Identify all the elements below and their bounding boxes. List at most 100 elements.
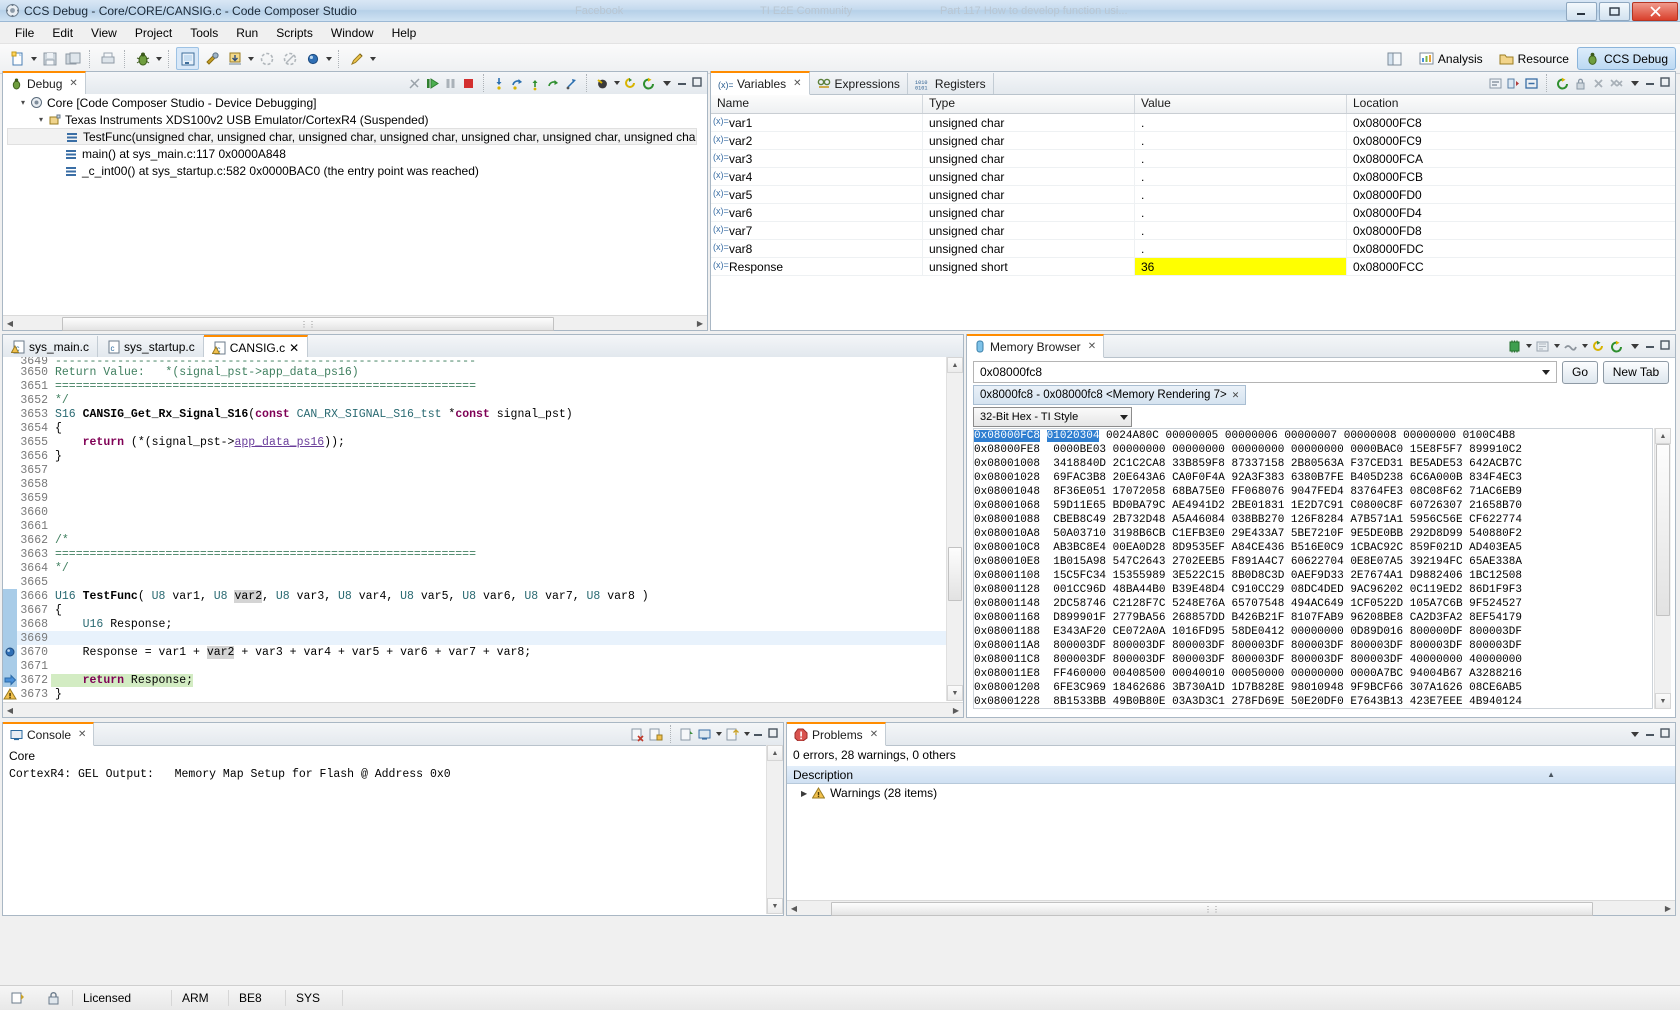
- step-into-icon[interactable]: [491, 75, 508, 92]
- minimize-variables-icon[interactable]: [1644, 76, 1658, 90]
- debug-dropdown-icon[interactable]: [154, 48, 163, 69]
- debug-launch-icon[interactable]: [176, 47, 199, 70]
- expander-icon[interactable]: ▾: [17, 98, 29, 107]
- cell-value-highlighted[interactable]: 36: [1135, 258, 1347, 275]
- tab-registers[interactable]: 1010 0101 Registers: [908, 73, 994, 94]
- memory-scroll-thumb[interactable]: [1656, 444, 1670, 616]
- menu-view[interactable]: View: [82, 24, 126, 42]
- memory-row[interactable]: 0x08001008 3418840D 2C1C2CA8 33B859F8 87…: [974, 457, 1652, 471]
- trace-dropdown-icon[interactable]: [368, 48, 377, 69]
- step-over-icon[interactable]: [509, 75, 526, 92]
- load-program-icon[interactable]: [224, 48, 245, 69]
- problems-column-header[interactable]: Description ▲: [787, 766, 1675, 784]
- memory-format-dropdown[interactable]: 32-Bit Hex - TI Style: [973, 407, 1132, 427]
- trace-pencil-icon[interactable]: [346, 48, 367, 69]
- debug-tree[interactable]: ▾ Core [Code Composer Studio - Device De…: [3, 94, 707, 316]
- column-header-type[interactable]: Type: [923, 95, 1135, 113]
- column-header-location[interactable]: Location: [1347, 95, 1673, 113]
- minimize-console-icon[interactable]: [752, 727, 766, 741]
- editor-hscrollbar[interactable]: ◀ ▶: [3, 702, 963, 717]
- scroll-down-icon[interactable]: ▼: [767, 898, 783, 914]
- memory-row[interactable]: 0x080011C8 800003DF 800003DF 800003DF 80…: [974, 653, 1652, 667]
- cell-value[interactable]: .: [1135, 186, 1347, 203]
- menu-run[interactable]: Run: [227, 24, 267, 42]
- memory-row[interactable]: 0x08000FE8 0000BE03 00000000 00000000 00…: [974, 443, 1652, 457]
- terminate-dropdown-icon[interactable]: [324, 48, 333, 69]
- breakpoint-icon[interactable]: [3, 645, 17, 659]
- maximize-variables-icon[interactable]: [1659, 76, 1673, 90]
- terminate-icon[interactable]: [460, 75, 477, 92]
- memory-row[interactable]: 0x08000FC8 01020304 0024A80C 00000005 00…: [974, 429, 1652, 443]
- tab-variables-close-icon[interactable]: ✕: [793, 78, 801, 89]
- maximize-memory-icon[interactable]: [1659, 339, 1673, 353]
- perspective-resource[interactable]: Resource: [1491, 47, 1577, 70]
- memory-row[interactable]: 0x080010E8 1B015A98 547C2643 2702EEB5 F8…: [974, 555, 1652, 569]
- chevron-down-icon[interactable]: [1542, 369, 1550, 375]
- scroll-track[interactable]: [17, 704, 949, 716]
- scroll-up-icon[interactable]: ▲: [767, 745, 783, 761]
- minimize-view-icon[interactable]: [676, 76, 690, 90]
- tree-node-main[interactable]: main() at sys_main.c:117 0x0000A848: [3, 145, 707, 162]
- list-item[interactable]: ▶ Warnings (28 items): [787, 784, 1675, 802]
- resume-icon[interactable]: [424, 75, 441, 92]
- problems-view-menu-icon[interactable]: [1626, 726, 1643, 743]
- memory-row[interactable]: 0x08001168 D899901F 2779BA56 268857DD B4…: [974, 611, 1652, 625]
- minimize-problems-icon[interactable]: [1644, 727, 1658, 741]
- memory-grid[interactable]: 0x08000FC8 01020304 0024A80C 00000005 00…: [973, 428, 1653, 709]
- suspend-icon[interactable]: [442, 75, 459, 92]
- tab-console-close-icon[interactable]: ✕: [78, 729, 86, 740]
- close-button[interactable]: [1632, 2, 1678, 21]
- minimize-button[interactable]: [1566, 2, 1597, 21]
- memory-row[interactable]: 0x08001048 8F36E051 17072058 68BA75E0 FF…: [974, 485, 1652, 499]
- maximize-problems-icon[interactable]: [1659, 727, 1673, 741]
- memory-row[interactable]: 0x080010C8 AB3BC8E4 00EA0D28 8D9535EF A8…: [974, 541, 1652, 555]
- tree-node-core[interactable]: ▾ Core [Code Composer Studio - Device De…: [3, 94, 707, 111]
- tab-memory-close-icon[interactable]: ✕: [1088, 341, 1096, 352]
- memory-row[interactable]: 0x08001188 E343AF20 CE072A0A 1016FD95 58…: [974, 625, 1652, 639]
- scroll-track[interactable]: ⋮⋮: [17, 317, 693, 331]
- memory-row[interactable]: 0x08001028 69FAC3B8 20E643A6 CA0F0F4A 92…: [974, 471, 1652, 485]
- console-vscrollbar[interactable]: ▲ ▼: [766, 745, 783, 914]
- debug-bug-icon[interactable]: [132, 48, 153, 69]
- step-return-icon[interactable]: [527, 75, 544, 92]
- editor-scroll-thumb[interactable]: [948, 547, 962, 601]
- cell-value[interactable]: .: [1135, 150, 1347, 167]
- scroll-up-icon[interactable]: ▲: [1655, 428, 1671, 444]
- view-menu-icon[interactable]: [658, 75, 675, 92]
- table-row[interactable]: (x)= var8 unsigned char . 0x08000FDC: [711, 240, 1675, 258]
- scroll-track[interactable]: ⋮⋮: [801, 902, 1661, 916]
- editor-tab-sys-startup[interactable]: c sys_startup.c: [98, 336, 204, 357]
- minimize-memory-icon[interactable]: [1644, 339, 1658, 353]
- memory-row[interactable]: 0x08001108 15C5FC34 15355989 3E522C15 8B…: [974, 569, 1652, 583]
- perspective-ccs-debug[interactable]: CCS Debug: [1576, 47, 1676, 70]
- tab-console[interactable]: Console ✕: [3, 722, 95, 746]
- load-dropdown-icon[interactable]: [246, 48, 255, 69]
- scroll-right-icon[interactable]: ▶: [949, 706, 963, 715]
- expander-icon[interactable]: ▶: [801, 789, 807, 798]
- memory-row[interactable]: 0x08001228 8B1533BB 49B0B80E 03A3D3C1 27…: [974, 695, 1652, 708]
- memory-row[interactable]: 0x080011E8 FF460000 00408500 00040010 00…: [974, 667, 1652, 681]
- restart-icon[interactable]: [622, 75, 639, 92]
- menu-edit[interactable]: Edit: [43, 24, 82, 42]
- table-row[interactable]: (x)= var5 unsigned char . 0x08000FD0: [711, 186, 1675, 204]
- memory-row[interactable]: 0x08001128 001CC96D 48BA44B0 B39E48D4 C9…: [974, 583, 1652, 597]
- cell-value[interactable]: .: [1135, 222, 1347, 239]
- run-to-line-icon[interactable]: [563, 75, 580, 92]
- menu-project[interactable]: Project: [126, 24, 181, 42]
- new-tab-button[interactable]: New Tab: [1603, 360, 1669, 384]
- scroll-thumb[interactable]: ⋮⋮: [831, 902, 1593, 916]
- scroll-down-icon[interactable]: ▼: [947, 685, 963, 701]
- column-header-value[interactable]: Value: [1135, 95, 1347, 113]
- editor-tab-sys-main[interactable]: c sys_main.c: [3, 336, 99, 357]
- maximize-button[interactable]: [1599, 2, 1630, 21]
- scroll-left-icon[interactable]: ◀: [3, 706, 17, 715]
- cell-value[interactable]: .: [1135, 168, 1347, 185]
- table-row[interactable]: (x)= var2 unsigned char . 0x08000FC9: [711, 132, 1675, 150]
- tab-expressions[interactable]: Expressions: [810, 73, 908, 94]
- memory-map-dropdown-icon[interactable]: [1552, 336, 1561, 357]
- go-button[interactable]: Go: [1562, 360, 1598, 384]
- scroll-thumb[interactable]: ⋮⋮: [62, 317, 554, 331]
- maximize-console-icon[interactable]: [767, 727, 781, 741]
- memory-rendering-close-icon[interactable]: ✕: [1232, 390, 1240, 401]
- column-header-name[interactable]: Name: [711, 95, 923, 113]
